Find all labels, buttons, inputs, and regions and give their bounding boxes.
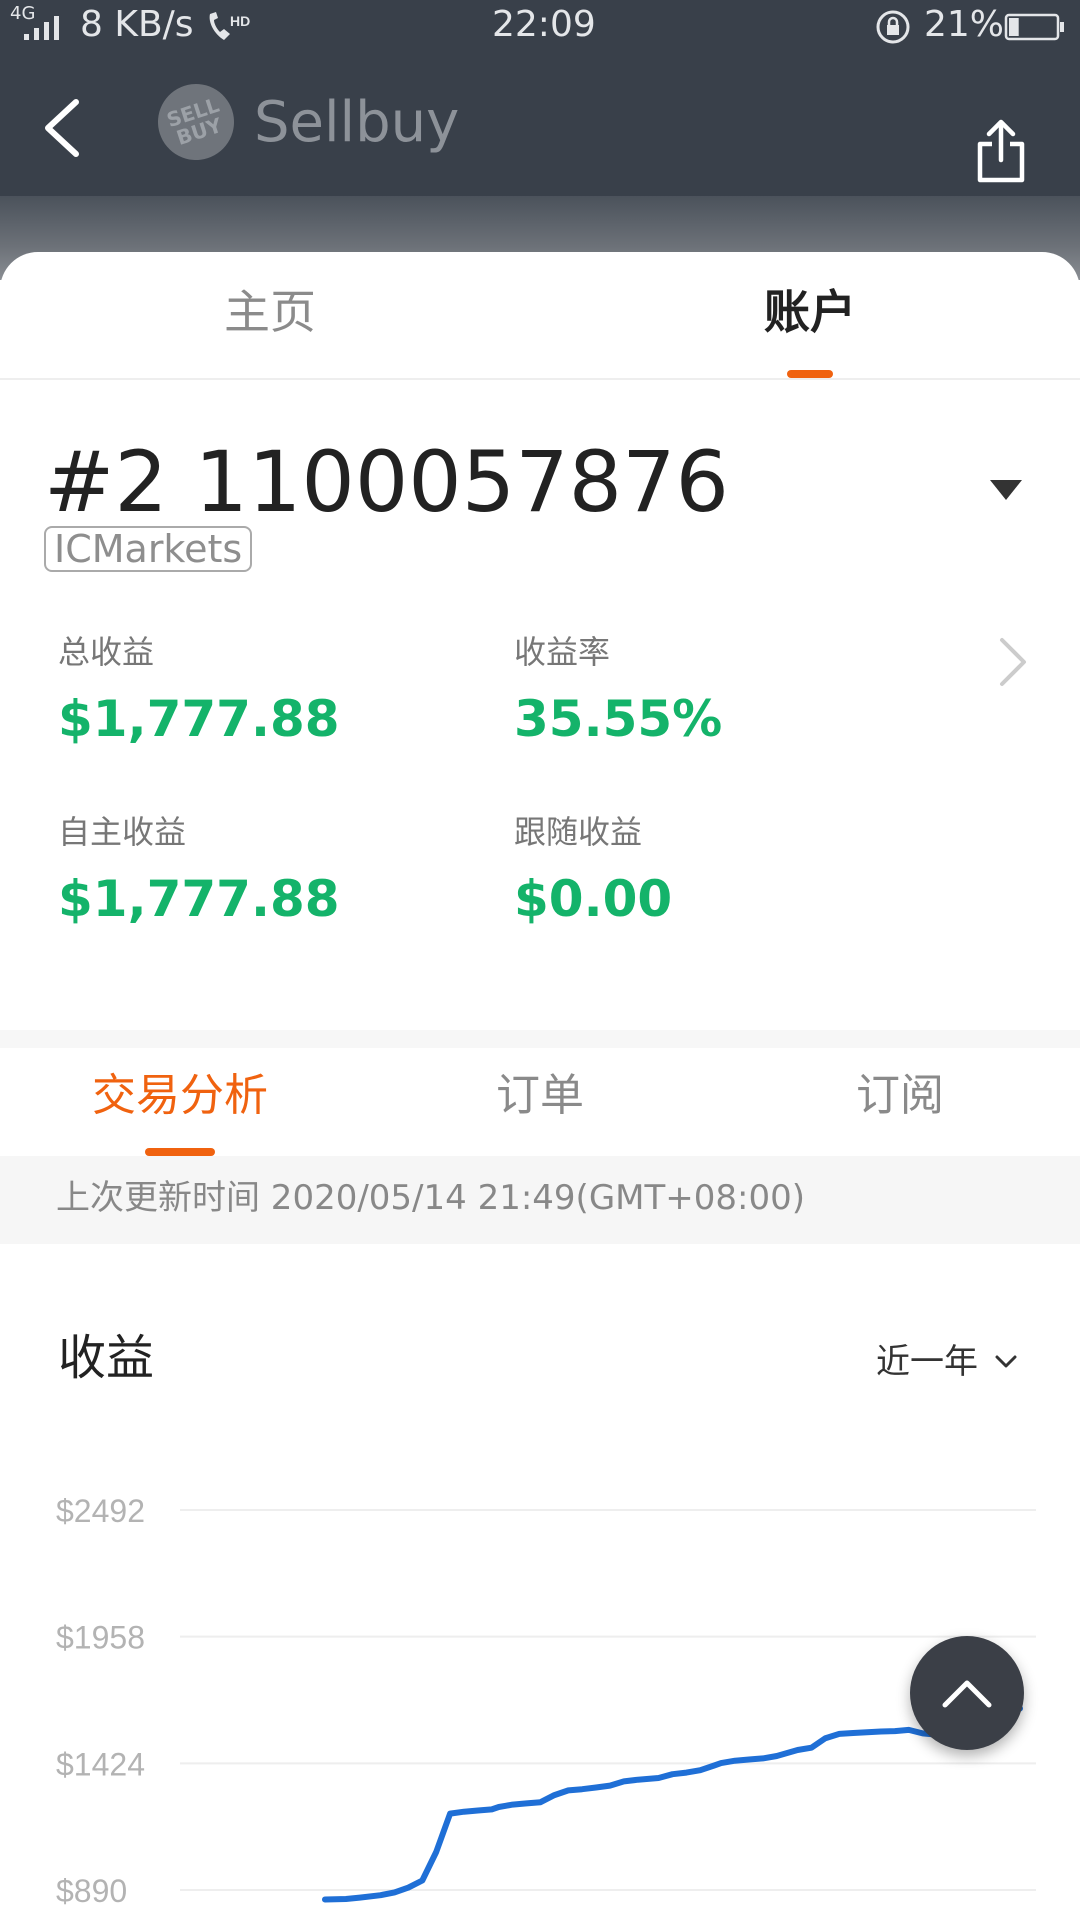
share-icon[interactable] <box>974 118 1028 184</box>
y-tick-label: $890 <box>56 1873 127 1909</box>
divider <box>0 378 1080 380</box>
brand-title: Sellbuy <box>254 90 460 155</box>
back-arrow-icon[interactable] <box>40 96 84 160</box>
volte-hd-icon: HD <box>209 12 250 40</box>
broker-badge: ICMarkets <box>44 526 253 572</box>
chevron-right-icon[interactable] <box>998 636 1028 688</box>
caret-down-icon[interactable] <box>988 478 1024 502</box>
last-update-text: 上次更新时间 2020/05/14 21:49(GMT+08:00) <box>56 1178 806 1218</box>
battery-icon <box>1004 13 1064 41</box>
y-tick-label: $1958 <box>56 1620 145 1656</box>
return-rate-value: 35.55% <box>514 690 723 748</box>
tab-trade-analysis[interactable]: 交易分析 <box>30 1066 330 1126</box>
return-rate-label: 收益率 <box>514 633 611 671</box>
tab-home[interactable]: 主页 <box>120 282 420 342</box>
rotation-lock-icon <box>876 10 910 44</box>
range-selector[interactable]: 近一年 <box>876 1336 1018 1388</box>
scroll-top-button[interactable] <box>910 1636 1024 1750</box>
total-profit-value: $1,777.88 <box>58 690 340 748</box>
own-profit-label: 自主收益 <box>58 813 187 851</box>
total-profit-label: 总收益 <box>58 633 155 671</box>
signal-icon <box>24 16 59 40</box>
y-tick-label: $2492 <box>56 1493 145 1529</box>
range-label: 近一年 <box>876 1342 978 1382</box>
network-speed: 8 KB/s <box>80 4 194 45</box>
profit-line <box>322 1705 1023 1903</box>
clock: 22:09 <box>492 4 596 45</box>
arrow-up-icon <box>942 1680 992 1708</box>
tab-account[interactable]: 账户 <box>660 282 960 342</box>
tab-orders[interactable]: 订单 <box>390 1066 690 1126</box>
follow-profit-value: $0.00 <box>514 870 673 928</box>
account-number[interactable]: #2 1100057876 <box>44 432 729 532</box>
tab-subscriptions[interactable]: 订阅 <box>750 1066 1050 1126</box>
chevron-down-icon <box>995 1355 1017 1368</box>
follow-profit-label: 跟随收益 <box>514 813 643 851</box>
own-profit-value: $1,777.88 <box>58 870 340 928</box>
svg-text:HD: HD <box>230 13 250 29</box>
battery-percent: 21% <box>924 4 1005 45</box>
active-subtab-indicator <box>145 1148 215 1156</box>
section-separator <box>0 1030 1080 1048</box>
active-tab-indicator <box>787 370 833 378</box>
y-tick-label: $1424 <box>56 1746 145 1782</box>
chart-title: 收益 <box>58 1330 155 1386</box>
